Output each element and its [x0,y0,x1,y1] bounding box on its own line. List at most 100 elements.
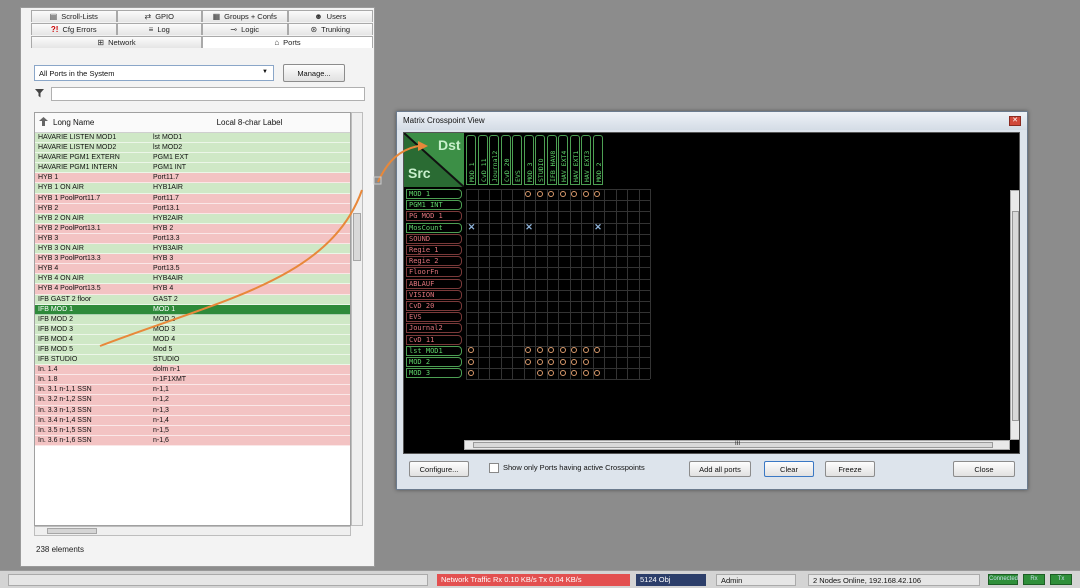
crosspoint-active[interactable] [467,358,474,365]
table-row[interactable]: In. 1.8 n-1F1XMT [35,375,350,386]
crosspoint-pending-icon[interactable]: ✕ [594,223,602,232]
table-row[interactable]: HYB 4 ON AIR HYB4AIR [35,274,350,285]
table-row[interactable]: In. 3.6 n-1,6 SSN n-1,6 [35,435,350,446]
matrix-column-header[interactable]: MOD 3 [523,135,534,185]
table-row[interactable]: HAVARIE PGM1 EXTERN PGM1 EXT [35,153,350,164]
tab-users[interactable]: ☻ Users [287,10,373,22]
crosspoint-active[interactable] [559,369,566,376]
crosspoint-pending-icon[interactable]: ✕ [468,223,476,232]
crosspoint-active[interactable] [525,347,532,354]
matrix-column-header[interactable]: EVS [512,135,522,185]
tab-cfg-errors[interactable]: ?! Cfg Errors [31,23,117,35]
table-row[interactable]: IFB MOD 5 Mod 5 [35,344,350,356]
table-row[interactable]: HYB 4 Port13.5 [35,264,350,275]
matrix-row-header[interactable]: Regie 1 [406,245,462,255]
matrix-row-header[interactable]: Regie 2 [406,256,462,267]
configure-button[interactable]: Configure... [409,461,469,477]
table-row[interactable]: HYB 3 ON AIR HYB3AIR [35,244,350,255]
matrix-column-header[interactable]: CvD 11 [477,135,488,185]
table-row[interactable]: HYB 1 Port11.7 [35,173,350,184]
tab-log[interactable]: ≡ Log [116,23,202,35]
scrollbar-thumb[interactable] [353,213,361,261]
filter-input[interactable] [51,87,365,101]
crosspoint-active[interactable] [594,190,601,197]
table-row[interactable]: HYB 1 ON AIR HYB1AIR [35,183,350,194]
filter-icon[interactable] [35,89,44,100]
table-row[interactable]: In. 3.5 n-1,5 SSN n-1,5 [35,425,350,436]
matrix-column-header[interactable]: HAV EXT1 [569,135,580,185]
table-horizontal-scrollbar[interactable] [34,526,351,536]
tab-logic[interactable]: ⊸ Logic [202,23,288,35]
matrix-row-header[interactable]: CvD 20 [406,301,462,311]
crosspoint-pending-icon[interactable]: ✕ [525,223,533,232]
table-row[interactable]: HYB 4 PoolPort13.5 HYB 4 [35,284,350,295]
crosspoint-active[interactable] [582,369,589,376]
port-filter-select[interactable]: All Ports in the System ▼ [34,65,274,81]
matrix-column-header[interactable]: HAV EXT3 [581,135,591,185]
crosspoint-active[interactable] [536,190,543,197]
crosspoint-active[interactable] [536,347,543,354]
table-row[interactable]: HAVARIE LISTEN MOD2 lst MOD2 [35,143,350,154]
crosspoint-active[interactable] [559,358,566,365]
crosspoint-active[interactable] [548,369,555,376]
tab-groups-confs[interactable]: ▦ Groups + Confs [202,10,288,22]
crosspoint-active[interactable] [594,347,601,354]
table-row[interactable]: HAVARIE PGM1 INTERN PGM1 INT [35,163,350,174]
table-row[interactable]: HYB 2 Port13.1 [35,203,350,214]
crosspoint-active[interactable] [525,358,532,365]
matrix-column-header[interactable]: MOD 1 [466,135,476,185]
matrix-row-header[interactable]: lst MOD1 [406,345,462,356]
table-row[interactable]: HYB 3 PoolPort13.3 HYB 3 [35,254,350,265]
crosspoint-active[interactable] [594,369,601,376]
table-row[interactable]: In. 3.4 n-1,4 SSN n-1,4 [35,415,350,426]
matrix-row-header[interactable]: MOD 1 [406,189,462,199]
crosspoint-active[interactable] [559,347,566,354]
table-row[interactable]: In. 3.1 n-1,1 SSN n-1,1 [35,385,350,396]
freeze-button[interactable]: Freeze [825,461,875,477]
manage-button[interactable]: Manage... [283,64,345,82]
table-row[interactable]: In. 1.4 dolm n-1 [35,365,350,376]
table-row[interactable]: HYB 3 Port13.3 [35,233,350,245]
table-vertical-scrollbar[interactable] [351,112,363,526]
clear-button[interactable]: Clear [764,461,814,477]
table-row[interactable]: HYB 1 PoolPort11.7 Port11.7 [35,193,350,204]
close-button[interactable]: Close [953,461,1015,477]
matrix-row-header[interactable]: EVS [406,312,462,323]
matrix-row-header[interactable]: MOD 2 [406,357,462,367]
crosspoint-active[interactable] [571,358,578,365]
close-icon[interactable]: ✕ [1009,116,1021,126]
crosspoint-active[interactable] [536,369,543,376]
table-row[interactable]: HAVARIE LISTEN MOD1 lst MOD1 [35,133,350,144]
tab-trunking[interactable]: ⊛ Trunking [287,23,373,35]
crosspoint-active[interactable] [559,190,566,197]
matrix-column-header[interactable]: HAV EXT4 [558,135,568,185]
crosspoint-active[interactable] [571,190,578,197]
crosspoint-active[interactable] [525,190,532,197]
crosspoint-active[interactable] [548,358,555,365]
matrix-row-header[interactable]: PG MOD 1 [406,211,462,222]
matrix-horizontal-scrollbar[interactable]: III [464,440,1010,450]
crosspoint-active[interactable] [582,347,589,354]
matrix-row-header[interactable]: Journal2 [406,323,462,334]
matrix-row-header[interactable]: CvD 11 [406,334,462,345]
add-all-ports-button[interactable]: Add all ports [689,461,751,477]
crosspoint-active[interactable] [467,347,474,354]
table-row[interactable]: IFB STUDIO STUDIO [35,355,350,366]
table-row[interactable]: IFB GAST 2 floor GAST 2 [35,294,350,305]
table-row[interactable]: IFB MOD 1 MOD 1 [35,304,350,315]
crosspoint-active[interactable] [571,369,578,376]
tab-network[interactable]: ⊞ Network [31,36,202,48]
table-row[interactable]: IFB MOD 2 MOD 2 [35,314,350,325]
col-long-name[interactable]: Long Name [35,117,149,128]
tab-ports[interactable]: ⌂ Ports [202,36,373,48]
matrix-row-header[interactable]: MOD 3 [406,368,462,379]
matrix-column-header[interactable]: CvD 20 [500,135,511,185]
table-row[interactable]: In. 3.2 n-1,2 SSN n-1,2 [35,395,350,406]
table-row[interactable]: IFB MOD 4 MOD 4 [35,334,350,345]
matrix-row-header[interactable]: ABLAUF [406,278,462,289]
matrix-row-header[interactable]: MosCount [406,222,462,233]
table-row[interactable]: IFB MOD 3 MOD 3 [35,324,350,335]
scrollbar-thumb[interactable] [47,528,97,534]
table-row[interactable]: HYB 2 ON AIR HYB2AIR [35,213,350,224]
matrix-row-header[interactable]: SOUND [406,233,462,244]
